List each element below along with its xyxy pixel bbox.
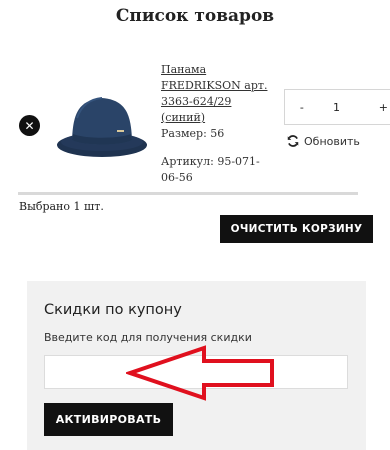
quantity-stepper: - 1 +: [284, 89, 390, 125]
product-name-link[interactable]: Панама FREDRIKSON арт. 3363-624/29 (сини…: [161, 62, 273, 126]
quantity-decrease-button[interactable]: -: [285, 101, 319, 114]
cart-scrollbar[interactable]: [18, 192, 358, 195]
refresh-icon: [287, 135, 299, 147]
activate-coupon-button[interactable]: АКТИВИРОВАТЬ: [44, 403, 173, 436]
product-sku: Артикул: 95-071-06-56: [161, 155, 260, 184]
quantity-value[interactable]: 1: [319, 101, 355, 114]
clear-cart-button[interactable]: ОЧИСТИТЬ КОРЗИНУ: [220, 215, 373, 243]
product-info: Панама FREDRIKSON арт. 3363-624/29 (сини…: [161, 62, 273, 186]
coupon-panel: Скидки по купону Введите код для получен…: [27, 281, 366, 450]
product-size: Размер: 56: [161, 127, 225, 140]
page-title: Список товаров: [115, 6, 275, 26]
coupon-code-input[interactable]: [44, 355, 348, 389]
coupon-hint: Введите код для получения скидки: [44, 331, 252, 344]
product-image[interactable]: [55, 88, 150, 163]
remove-item-button[interactable]: ✕: [19, 115, 40, 136]
refresh-quantity-button[interactable]: Обновить: [286, 134, 360, 148]
close-icon: ✕: [24, 118, 35, 133]
quantity-increase-button[interactable]: +: [354, 101, 390, 114]
refresh-label: Обновить: [304, 134, 360, 148]
coupon-title: Скидки по купону: [44, 302, 182, 318]
selected-count: Выбрано 1 шт.: [19, 200, 104, 213]
